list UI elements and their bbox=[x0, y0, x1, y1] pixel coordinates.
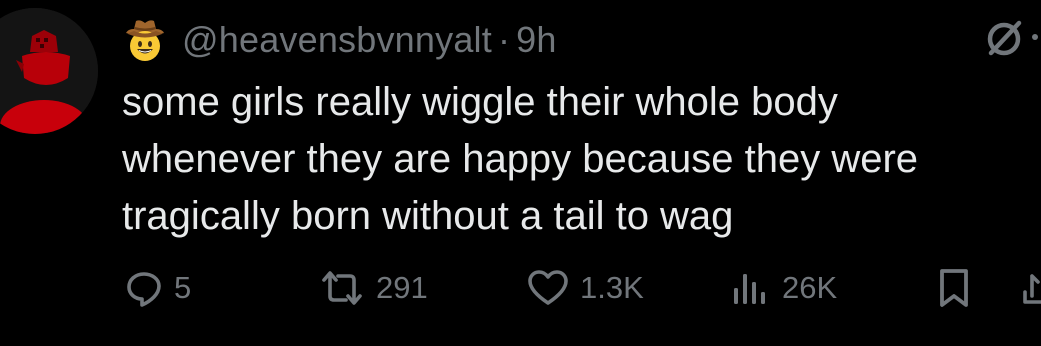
more-menu-icon[interactable] bbox=[1032, 34, 1038, 40]
tweet-actions: 5 291 1.3K 26K bbox=[0, 258, 1041, 318]
like-button[interactable]: 1.3K bbox=[526, 258, 644, 318]
heart-icon bbox=[528, 270, 568, 305]
retweet-count: 291 bbox=[376, 270, 428, 305]
bookmark-icon bbox=[940, 269, 968, 307]
retweet-icon bbox=[322, 271, 362, 305]
grok-icon[interactable] bbox=[982, 16, 1026, 60]
views-icon bbox=[734, 274, 765, 304]
views-button[interactable]: 26K bbox=[728, 258, 837, 318]
like-count: 1.3K bbox=[580, 270, 644, 305]
reply-icon bbox=[127, 272, 161, 307]
share-button[interactable] bbox=[1022, 258, 1041, 318]
tweet-text: some girls really wiggle their whole bod… bbox=[122, 80, 919, 238]
views-count: 26K bbox=[782, 270, 838, 305]
retweet-button[interactable]: 291 bbox=[318, 258, 428, 318]
tweet-timestamp[interactable]: 9h bbox=[516, 19, 556, 61]
header-separator: · bbox=[497, 19, 511, 60]
user-handle[interactable]: @heavensbvnnyalt bbox=[182, 19, 492, 61]
avatar-image bbox=[0, 8, 98, 134]
tweet: @heavensbvnnyalt · 9h some girls really … bbox=[0, 0, 1041, 346]
tweet-header: @heavensbvnnyalt · 9h bbox=[122, 12, 557, 68]
reply-button[interactable]: 5 bbox=[124, 258, 191, 318]
avatar[interactable] bbox=[0, 8, 98, 134]
bookmark-button[interactable] bbox=[934, 258, 974, 318]
share-icon bbox=[1023, 274, 1041, 304]
cowboy-hat-face-icon bbox=[126, 20, 164, 61]
reply-count: 5 bbox=[174, 270, 192, 305]
